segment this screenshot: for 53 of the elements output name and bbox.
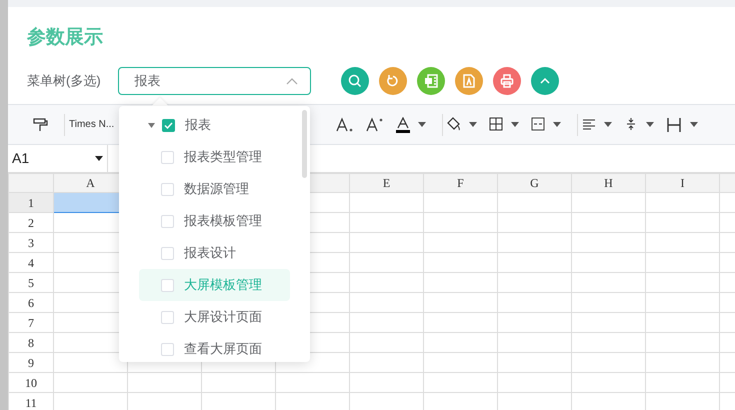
font-color-icon bbox=[396, 116, 410, 132]
collapse-button[interactable] bbox=[530, 67, 559, 95]
subscript-icon bbox=[336, 116, 354, 132]
export-pdf-button[interactable] bbox=[454, 67, 483, 95]
row-header[interactable]: 4 bbox=[8, 252, 54, 272]
check-icon bbox=[164, 122, 173, 128]
row-header[interactable]: 5 bbox=[8, 272, 54, 292]
tree-node[interactable]: 大屏设计页面 bbox=[139, 301, 290, 333]
field-label: 菜单树(多选) bbox=[27, 72, 101, 90]
tree-node[interactable]: 数据源管理 bbox=[139, 173, 290, 205]
chevron-icon bbox=[286, 77, 298, 85]
search-button[interactable] bbox=[340, 67, 369, 95]
row-header[interactable]: 6 bbox=[8, 292, 54, 312]
superscript-icon bbox=[366, 116, 384, 132]
font-name-select[interactable]: Times N... bbox=[69, 117, 114, 132]
printer-icon bbox=[500, 74, 514, 88]
caret-icon bbox=[95, 156, 103, 161]
column-header[interactable]: H bbox=[572, 174, 646, 192]
row-header[interactable]: 7 bbox=[8, 312, 54, 332]
tree-node[interactable]: 报表 bbox=[119, 109, 290, 141]
refresh-icon bbox=[386, 74, 400, 88]
reset-button[interactable] bbox=[378, 67, 407, 95]
page-title: 参数展示 bbox=[27, 26, 104, 50]
column-header[interactable]: E bbox=[350, 174, 424, 192]
cell-name-box[interactable]: A1 bbox=[8, 145, 108, 172]
align-left-icon bbox=[582, 116, 596, 132]
row-header[interactable]: 8 bbox=[8, 332, 54, 352]
search-icon bbox=[348, 74, 362, 88]
scrollbar[interactable] bbox=[302, 110, 307, 178]
menu-tree-select[interactable]: 报表 bbox=[118, 67, 311, 95]
row-header[interactable]: 1 bbox=[8, 192, 54, 212]
checkbox[interactable] bbox=[162, 118, 175, 132]
column-header[interactable]: F bbox=[424, 174, 498, 192]
tree-node[interactable]: 查看大屏页面 bbox=[139, 333, 290, 365]
row-header[interactable]: 10 bbox=[8, 372, 54, 392]
tree-node[interactable]: 报表类型管理 bbox=[139, 141, 290, 173]
paint-format-icon bbox=[32, 116, 48, 132]
fill-color-icon bbox=[447, 116, 462, 132]
row-header[interactable]: 11 bbox=[8, 392, 54, 410]
tree-node[interactable]: 报表模板管理 bbox=[139, 205, 290, 237]
column-header[interactable]: G bbox=[498, 174, 572, 192]
document-icon bbox=[462, 74, 476, 88]
row-header[interactable]: 2 bbox=[8, 212, 54, 232]
text-wrap-icon bbox=[666, 116, 682, 132]
column-header[interactable]: I bbox=[646, 174, 720, 192]
spreadsheet-icon bbox=[424, 74, 438, 88]
row-header[interactable]: 3 bbox=[8, 232, 54, 252]
print-button[interactable] bbox=[492, 67, 521, 95]
row-header[interactable]: 9 bbox=[8, 352, 54, 372]
merge-cells-icon bbox=[531, 116, 546, 132]
tree-node[interactable]: 报表设计 bbox=[139, 237, 290, 269]
borders-icon bbox=[489, 116, 504, 132]
export-excel-button[interactable] bbox=[416, 67, 445, 95]
